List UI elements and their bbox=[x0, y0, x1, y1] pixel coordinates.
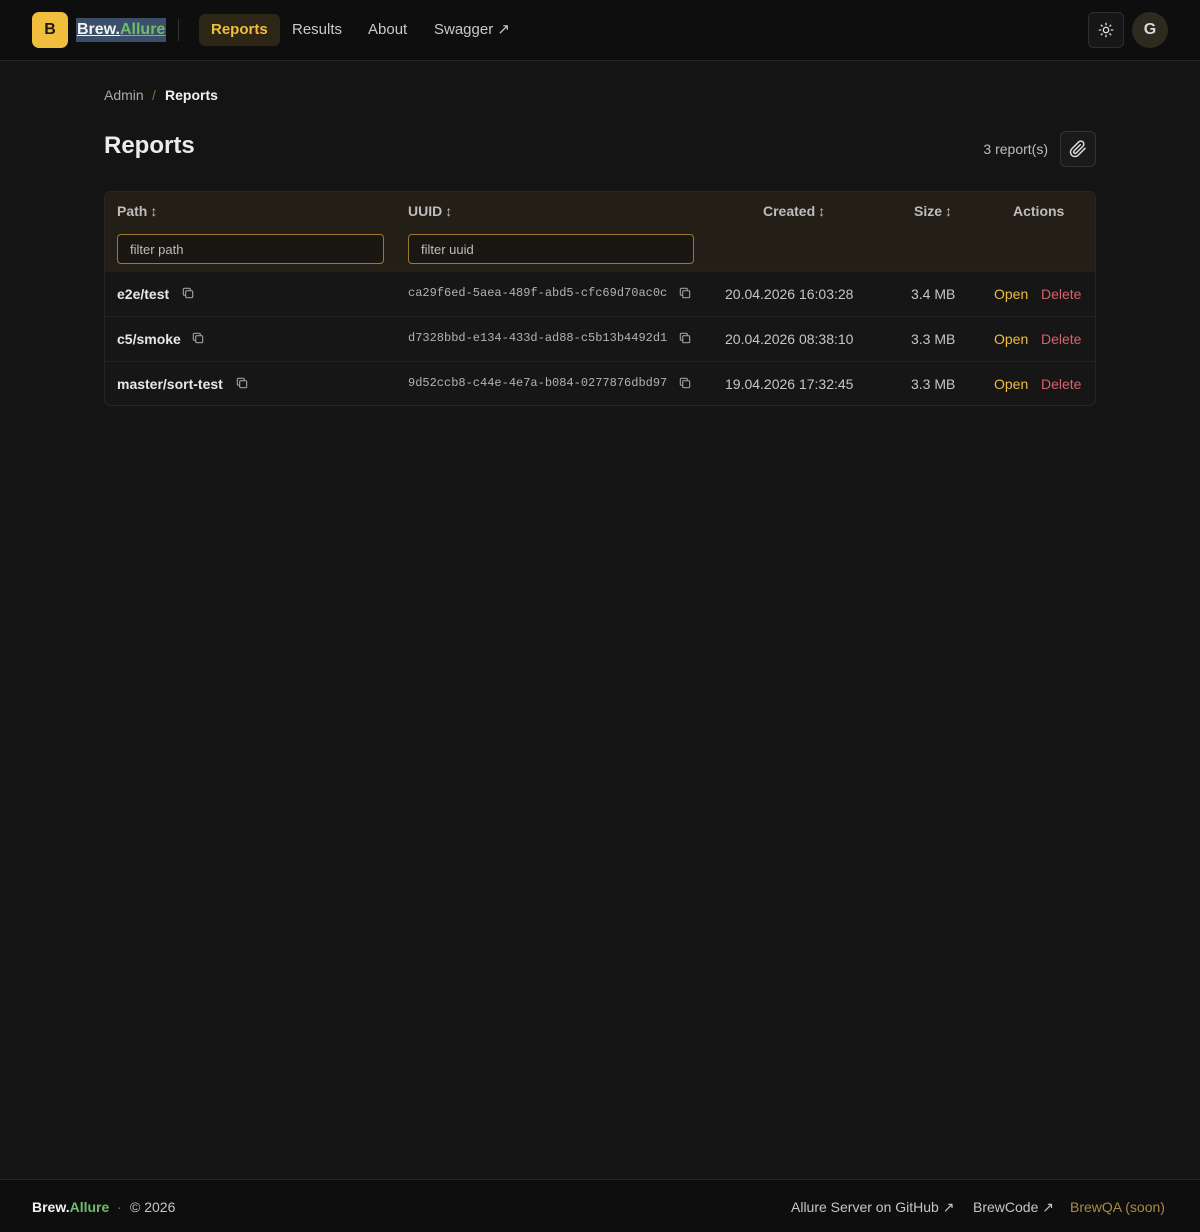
report-created: 20.04.2026 08:38:10 bbox=[725, 331, 854, 347]
table-row: c5/smoke d7328bbd-e134-433d-ad88-c5b13b4… bbox=[105, 316, 1095, 361]
delete-button[interactable]: Delete bbox=[1041, 272, 1081, 316]
logo-badge[interactable]: B bbox=[32, 12, 68, 48]
copy-icon[interactable] bbox=[678, 286, 692, 300]
navbar-divider bbox=[178, 19, 179, 41]
nav-results[interactable]: Results bbox=[292, 14, 342, 46]
report-created: 20.04.2026 16:03:28 bbox=[725, 286, 854, 302]
report-size: 3.3 MB bbox=[911, 376, 956, 392]
breadcrumb-admin[interactable]: Admin bbox=[104, 86, 144, 104]
sun-icon bbox=[1098, 22, 1114, 38]
open-button[interactable]: Open bbox=[994, 362, 1028, 405]
nav-reports[interactable]: Reports bbox=[199, 14, 280, 46]
column-header-path-label: Path bbox=[117, 203, 148, 219]
nav-swagger[interactable]: Swagger ↗ bbox=[434, 14, 510, 46]
nav-about[interactable]: About bbox=[368, 14, 407, 46]
copy-icon[interactable] bbox=[678, 331, 692, 345]
reports-table: Path↕ UUID↕ Created↕ Size↕ Actions e2e/t… bbox=[104, 191, 1096, 406]
delete-button[interactable]: Delete bbox=[1041, 362, 1081, 405]
column-header-path[interactable]: Path ↕ bbox=[117, 202, 157, 220]
report-path: e2e/test bbox=[117, 286, 170, 302]
table-row: e2e/test ca29f6ed-5aea-489f-abd5-cfc69d7… bbox=[105, 271, 1095, 316]
filter-uuid-input[interactable] bbox=[408, 234, 694, 264]
column-header-uuid-label: UUID bbox=[408, 203, 443, 219]
column-header-uuid[interactable]: UUID ↕ bbox=[408, 202, 452, 220]
table-header: Path ↕ UUID ↕ Created ↕ Size ↕ Actions bbox=[105, 192, 1095, 271]
report-size: 3.3 MB bbox=[911, 331, 956, 347]
footer-copyright: © 2026 bbox=[130, 1199, 176, 1215]
copy-icon[interactable] bbox=[678, 376, 692, 390]
column-header-created-label: Created bbox=[763, 203, 816, 219]
brand-name[interactable]: Brew.Allure bbox=[76, 18, 167, 42]
footer-brand-part1: Brew. bbox=[32, 1199, 70, 1215]
footer-brewqa-link: BrewQA (soon) bbox=[1070, 1199, 1165, 1215]
attach-button[interactable] bbox=[1060, 131, 1096, 167]
column-header-actions: Actions bbox=[1013, 203, 1065, 219]
report-uuid: d7328bbd-e134-433d-ad88-c5b13b4492d1 bbox=[408, 331, 668, 345]
copy-icon[interactable] bbox=[191, 331, 205, 345]
column-header-size-label: Size bbox=[914, 203, 943, 219]
open-button[interactable]: Open bbox=[994, 272, 1028, 316]
top-navbar: B Brew.Allure Reports Results About Swag… bbox=[0, 0, 1200, 61]
filter-path-input[interactable] bbox=[117, 234, 384, 264]
theme-toggle-button[interactable] bbox=[1088, 12, 1124, 48]
breadcrumb-separator: / bbox=[152, 87, 156, 103]
user-avatar[interactable]: G bbox=[1132, 12, 1168, 48]
sort-icon: ↕ bbox=[445, 203, 453, 219]
column-header-size[interactable]: Size ↕ bbox=[914, 202, 952, 220]
sort-icon: ↕ bbox=[150, 203, 158, 219]
footer-brewcode-link[interactable]: BrewCode ↗ bbox=[973, 1198, 1054, 1216]
copy-icon[interactable] bbox=[235, 376, 249, 390]
breadcrumb-current: Reports bbox=[165, 87, 218, 103]
sort-icon: ↕ bbox=[818, 203, 826, 219]
report-created: 19.04.2026 17:32:45 bbox=[725, 376, 854, 392]
sort-icon: ↕ bbox=[945, 203, 953, 219]
footer-github-link[interactable]: Allure Server on GitHub ↗ bbox=[791, 1198, 954, 1216]
footer-separator-dot: · bbox=[117, 1199, 122, 1215]
report-uuid: 9d52ccb8-c44e-4e7a-b084-0277876dbd97 bbox=[408, 376, 668, 390]
copy-icon[interactable] bbox=[181, 286, 195, 300]
page-title: Reports bbox=[104, 132, 195, 159]
brand-name-part1: Brew. bbox=[77, 21, 120, 38]
report-size: 3.4 MB bbox=[911, 286, 956, 302]
report-count: 3 report(s) bbox=[983, 141, 1048, 157]
paperclip-icon bbox=[1069, 140, 1086, 158]
footer-brand: Brew.Allure bbox=[32, 1198, 109, 1216]
brand-name-part2: Allure bbox=[119, 21, 166, 38]
delete-button[interactable]: Delete bbox=[1041, 317, 1081, 361]
table-row: master/sort-test 9d52ccb8-c44e-4e7a-b084… bbox=[105, 361, 1095, 405]
report-uuid: ca29f6ed-5aea-489f-abd5-cfc69d70ac0c bbox=[408, 286, 668, 300]
column-header-created[interactable]: Created ↕ bbox=[763, 202, 825, 220]
report-path: master/sort-test bbox=[117, 376, 223, 392]
report-path: c5/smoke bbox=[117, 331, 181, 347]
footer: Brew.Allure · © 2026 Allure Server on Gi… bbox=[0, 1179, 1200, 1232]
open-button[interactable]: Open bbox=[994, 317, 1028, 361]
footer-brand-part2: Allure bbox=[69, 1199, 110, 1215]
